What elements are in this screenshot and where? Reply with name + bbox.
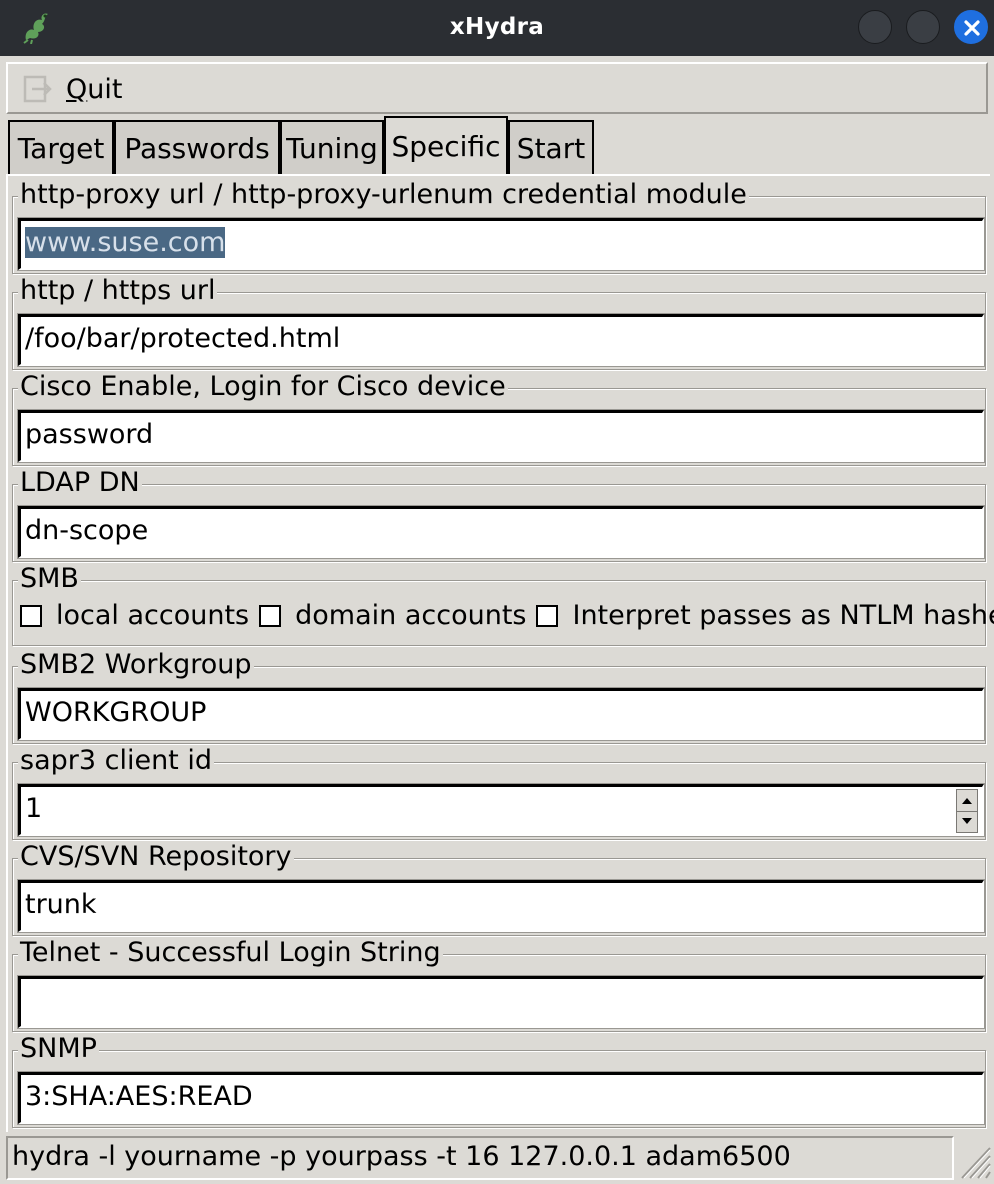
- cisco-label: Cisco Enable, Login for Cisco device: [18, 371, 508, 402]
- arrow-down-icon: [962, 818, 972, 824]
- spin-up-button[interactable]: [957, 790, 977, 812]
- http-url-group: http / https url /foo/bar/protected.html: [4, 275, 992, 370]
- tab-target[interactable]: Target: [8, 120, 114, 174]
- http-proxy-label: http-proxy url / http-proxy-urlenum cred…: [18, 179, 749, 210]
- quit-label: Quit: [66, 73, 123, 105]
- local-accounts-label: local accounts: [56, 600, 250, 631]
- arrow-up-icon: [962, 798, 972, 804]
- resize-grip-icon[interactable]: [956, 1142, 992, 1180]
- tab-specific[interactable]: Specific: [384, 116, 508, 176]
- snmp-group: SNMP 3:SHA:AES:READ: [4, 1033, 992, 1128]
- close-icon: [964, 20, 980, 36]
- tab-start[interactable]: Start: [508, 120, 594, 174]
- window-title: xHydra: [449, 14, 545, 40]
- local-accounts-checkbox[interactable]: local accounts: [20, 600, 249, 631]
- checkbox-box[interactable]: [259, 604, 282, 627]
- quit-menu-item[interactable]: Quit: [22, 70, 122, 108]
- smb2-label: SMB2 Workgroup: [18, 649, 254, 680]
- sapr3-label: sapr3 client id: [18, 745, 214, 776]
- ldap-group: LDAP DN dn-scope: [4, 467, 992, 562]
- command-status-bar: hydra -l yourname -p yourpass -t 16 127.…: [6, 1136, 954, 1180]
- exit-icon: [23, 75, 52, 103]
- snmp-input[interactable]: 3:SHA:AES:READ: [17, 1071, 985, 1125]
- window-titlebar[interactable]: xHydra: [0, 0, 994, 56]
- telnet-group: Telnet - Successful Login String: [4, 937, 992, 1032]
- ldap-label: LDAP DN: [18, 467, 142, 498]
- sapr3-client-id-spinner[interactable]: 1: [17, 783, 985, 837]
- smb2-group: SMB2 Workgroup WORKGROUP: [4, 649, 992, 744]
- cisco-enable-input[interactable]: password: [17, 409, 985, 463]
- ldap-dn-input[interactable]: dn-scope: [17, 505, 985, 559]
- smb-label: SMB: [18, 563, 81, 594]
- smb2-workgroup-input[interactable]: WORKGROUP: [17, 687, 985, 741]
- smb-group: SMB local accounts domain accounts Inter…: [4, 563, 994, 646]
- close-button[interactable]: [954, 10, 988, 44]
- telnet-login-string-input[interactable]: [17, 975, 985, 1029]
- sapr3-group: sapr3 client id 1: [4, 745, 992, 840]
- sapr3-value: 1: [25, 793, 43, 824]
- spin-buttons: [956, 789, 978, 833]
- minimize-button[interactable]: [858, 10, 892, 44]
- spin-down-button[interactable]: [957, 811, 977, 832]
- checkbox-box[interactable]: [536, 604, 559, 627]
- maximize-button[interactable]: [906, 10, 940, 44]
- http-proxy-url-input[interactable]: www.suse.com: [17, 217, 985, 271]
- cvs-label: CVS/SVN Repository: [18, 841, 294, 872]
- menu-bar: Quit: [6, 62, 988, 114]
- checkbox-box[interactable]: [20, 604, 42, 627]
- http-url-label: http / https url: [18, 275, 218, 306]
- ntlm-hashes-checkbox[interactable]: Interpret passes as NTLM hashes: [536, 600, 994, 631]
- smb-options: local accounts domain accounts Interpret…: [20, 600, 994, 631]
- http-proxy-group: http-proxy url / http-proxy-urlenum cred…: [4, 179, 992, 274]
- cvs-group: CVS/SVN Repository trunk: [4, 841, 992, 936]
- ntlm-hashes-label: Interpret passes as NTLM hashes: [572, 600, 994, 631]
- domain-accounts-label: domain accounts: [295, 600, 527, 631]
- tab-passwords[interactable]: Passwords: [114, 120, 280, 174]
- domain-accounts-checkbox[interactable]: domain accounts: [259, 600, 526, 631]
- tab-tuning[interactable]: Tuning: [280, 120, 384, 174]
- snmp-label: SNMP: [18, 1033, 99, 1064]
- cisco-group: Cisco Enable, Login for Cisco device pas…: [4, 371, 992, 466]
- telnet-label: Telnet - Successful Login String: [18, 937, 443, 968]
- cvs-repository-input[interactable]: trunk: [17, 879, 985, 933]
- http-url-input[interactable]: /foo/bar/protected.html: [17, 313, 985, 367]
